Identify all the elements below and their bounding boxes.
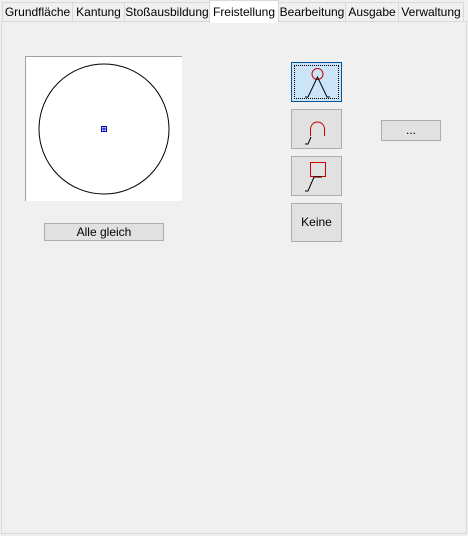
relief-round-icon — [305, 121, 325, 145]
more-options-button[interactable]: ... — [381, 120, 441, 141]
tab-grundflaeche[interactable]: Grundfläche — [2, 2, 73, 21]
relief-circle-icon — [305, 68, 330, 98]
all-equal-button[interactable]: Alle gleich — [44, 223, 164, 241]
relief-circle-button[interactable] — [291, 62, 342, 102]
center-point-icon[interactable] — [101, 126, 107, 132]
relief-rectangle-icon — [305, 162, 326, 192]
relief-round-button[interactable] — [291, 109, 342, 149]
tab-freistellung[interactable]: Freistellung — [209, 0, 279, 23]
preview-canvas — [38, 63, 170, 195]
tab-ausgabe[interactable]: Ausgabe — [345, 2, 399, 21]
shape-preview[interactable] — [25, 56, 182, 201]
tab-kantung[interactable]: Kantung — [72, 2, 125, 21]
relief-rectangle-button[interactable] — [291, 156, 342, 196]
tab-bearbeitung[interactable]: Bearbeitung — [278, 2, 346, 21]
no-relief-button[interactable]: Keine — [291, 203, 342, 242]
dialog-window: Grundfläche Kantung Stoßausbildung Freis… — [0, 0, 468, 536]
tab-stossausbildung[interactable]: Stoßausbildung — [124, 2, 210, 21]
tab-verwaltung[interactable]: Verwaltung — [398, 2, 464, 21]
tab-strip: Grundfläche Kantung Stoßausbildung Freis… — [2, 0, 468, 23]
